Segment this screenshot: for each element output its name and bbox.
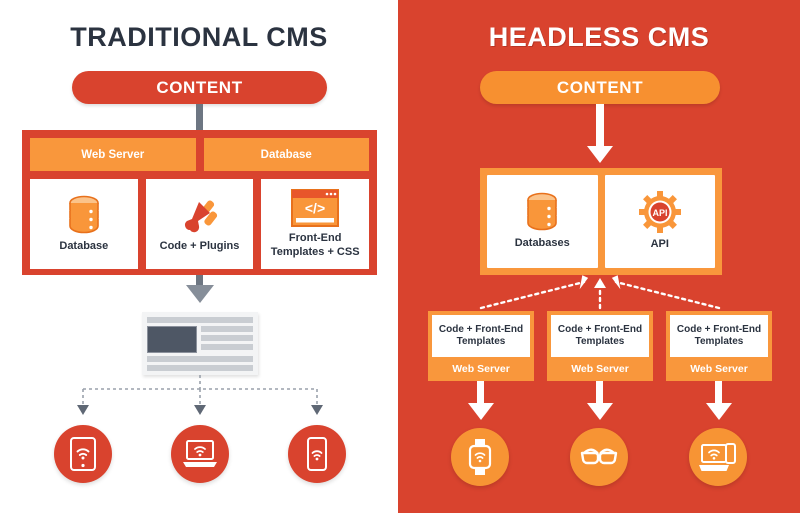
ws1-to-device-arrow — [468, 403, 494, 420]
device-phone — [288, 425, 346, 483]
ws3-to-device-arrow — [706, 403, 732, 420]
device-laptop — [171, 425, 229, 483]
ws2-to-device-bar — [596, 381, 603, 403]
plug-icon — [180, 195, 220, 235]
ws3-to-device-bar — [715, 381, 722, 403]
web-server-box-1: Code + Front-End Templates Web Server — [428, 311, 534, 381]
api-gear-icon: API — [638, 191, 681, 234]
frontend-templates-label: Front-End Templates + CSS — [270, 231, 360, 258]
mockup-footer-bar-2 — [147, 365, 253, 371]
tablet-wifi-icon — [70, 437, 96, 471]
mockup-footer-bar-1 — [147, 356, 253, 362]
web-server-foot-label-1: Web Server — [452, 362, 510, 375]
smart-glasses-icon — [580, 446, 618, 468]
code-plugins-label: Code + Plugins — [159, 239, 240, 252]
stack-top-row: Web Server Database — [30, 138, 369, 171]
code-window-icon: </> — [291, 188, 340, 227]
api-cell: API API — [604, 175, 715, 268]
headless-core-container: Databases API API — [480, 168, 722, 275]
stack-bottom-row: Database Code + Plugins </> Front-End Te… — [30, 179, 370, 269]
database-feature-label: Database — [59, 239, 109, 252]
laptop-wifi-icon — [182, 440, 218, 468]
mockup-text-lines — [201, 326, 253, 353]
device-tablet — [54, 425, 112, 483]
cms-comparison-infographic: TRADITIONAL CMS CONTENT Web Server Datab… — [0, 0, 800, 513]
traditional-cms-panel: TRADITIONAL CMS CONTENT Web Server Datab… — [0, 0, 398, 513]
database-feature-cell: Database — [30, 179, 138, 269]
phone-wifi-icon — [307, 437, 327, 471]
web-server-box-3: Code + Front-End Templates Web Server — [666, 311, 772, 381]
web-server-cell: Web Server — [30, 138, 196, 171]
ws1-to-device-bar — [477, 381, 484, 403]
device-smart-glasses — [570, 428, 628, 486]
traditional-stack-container: Web Server Database Database Code + Plug… — [22, 130, 377, 275]
api-label: API — [650, 238, 669, 251]
database-icon — [524, 192, 560, 232]
content-to-stack-connector — [196, 104, 203, 132]
mockup-line — [201, 335, 253, 341]
web-server-top-label-3: Code + Front-End Templates — [670, 315, 768, 357]
web-server-top-label-2: Code + Front-End Templates — [551, 315, 649, 357]
device-smartwatch — [451, 428, 509, 486]
content-to-core-bar — [596, 104, 604, 146]
headless-content-pill: CONTENT — [480, 71, 720, 104]
web-server-box-2: Code + Front-End Templates Web Server — [547, 311, 653, 381]
traditional-cms-title: TRADITIONAL CMS — [70, 22, 328, 52]
frontend-templates-cell: </> Front-End Templates + CSS — [261, 179, 370, 269]
web-server-top-label-1: Code + Front-End Templates — [432, 315, 530, 357]
mockup-image-block — [147, 326, 197, 353]
svg-text:</>: </> — [305, 200, 325, 216]
ws2-to-device-arrow — [587, 403, 613, 420]
stack-to-page-bar — [196, 275, 203, 285]
databases-cell: Databases — [487, 175, 598, 268]
laptop-phone-wifi-icon — [698, 442, 738, 472]
database-cell: Database — [203, 138, 369, 171]
mockup-content-row — [147, 326, 253, 353]
device-laptop-phone — [689, 428, 747, 486]
smartwatch-wifi-icon — [468, 439, 492, 475]
web-server-foot-label-2: Web Server — [571, 362, 629, 375]
mockup-header-bar — [147, 317, 253, 323]
content-to-core-arrow — [587, 146, 613, 163]
traditional-content-pill: CONTENT — [72, 71, 327, 104]
mockup-line — [201, 344, 253, 350]
web-server-foot-label-3: Web Server — [690, 362, 748, 375]
api-badge-text: API — [652, 208, 667, 218]
mockup-line — [201, 326, 253, 332]
stack-to-page-arrow — [186, 285, 214, 303]
webpage-mockup — [142, 312, 258, 375]
databases-label: Databases — [514, 237, 570, 250]
headless-cms-title: HEADLESS CMS — [488, 22, 710, 52]
database-icon — [66, 195, 102, 235]
code-plugins-cell: Code + Plugins — [145, 179, 254, 269]
